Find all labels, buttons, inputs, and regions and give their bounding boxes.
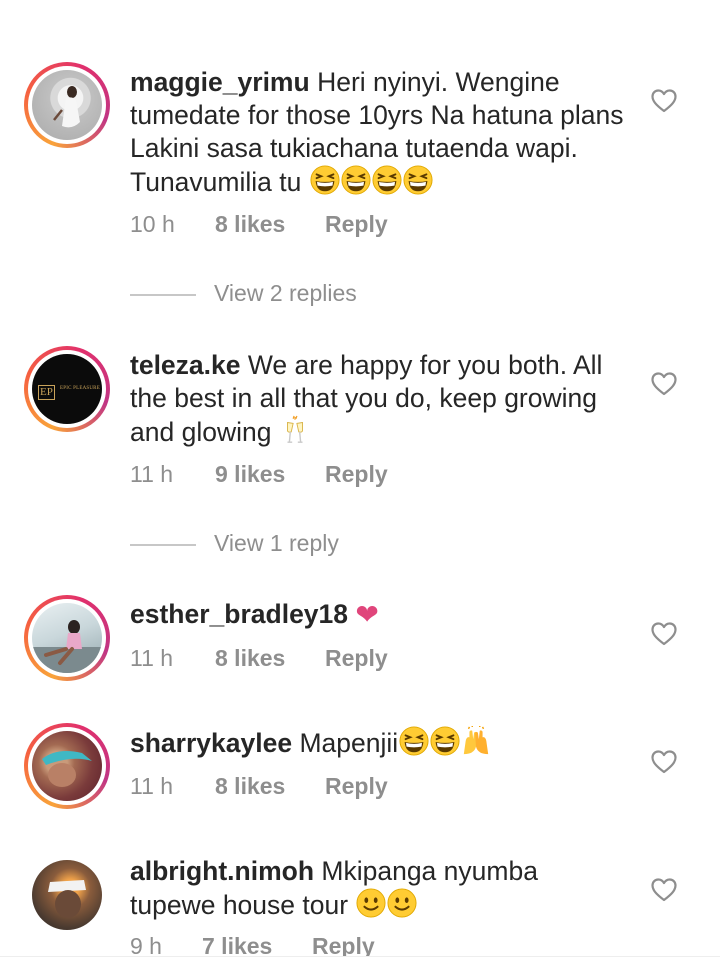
- avatar-story-ring[interactable]: EP EPIC PLEASURE: [24, 346, 110, 432]
- slightly-smiling-face-icon: [386, 890, 417, 920]
- avatar: [32, 731, 102, 801]
- comment-text: esther_bradley18 ❤: [130, 598, 630, 631]
- reply-button[interactable]: Reply: [325, 211, 388, 238]
- heart-outline-icon[interactable]: [651, 878, 677, 902]
- divider-line: [130, 544, 196, 546]
- grinning-squint-face-icon: [398, 728, 429, 758]
- reply-button[interactable]: Reply: [325, 773, 388, 800]
- person-photo: [32, 620, 102, 673]
- reply-button[interactable]: Reply: [325, 645, 388, 672]
- timestamp: 11 h: [130, 461, 174, 487]
- divider-line: [130, 294, 196, 296]
- person-photo: [48, 880, 86, 918]
- avatar: EP EPIC PLEASURE: [32, 354, 102, 424]
- comment-text: sharrykaylee Mapenjii: [130, 726, 630, 760]
- username[interactable]: esther_bradley18: [130, 599, 348, 629]
- heart-outline-icon[interactable]: [651, 372, 677, 396]
- username[interactable]: teleza.ke: [130, 350, 241, 380]
- avatar-story-ring[interactable]: [24, 723, 110, 809]
- clinking-glasses-icon: [279, 417, 310, 447]
- grinning-squint-face-icon: [309, 167, 340, 197]
- username[interactable]: maggie_yrimu: [130, 67, 310, 97]
- likes-count[interactable]: 8 likes: [215, 211, 285, 238]
- avatar-logo: EP EPIC PLEASURE: [38, 385, 100, 400]
- grinning-squint-face-icon: [371, 167, 402, 197]
- likes-count[interactable]: 9 likes: [215, 461, 285, 488]
- red-heart-icon: ❤: [355, 599, 379, 630]
- timestamp: 10 h: [130, 211, 175, 237]
- view-replies-label: View 2 replies: [214, 280, 357, 306]
- grinning-squint-face-icon: [340, 167, 371, 197]
- avatar: [32, 860, 102, 930]
- heart-outline-icon[interactable]: [651, 89, 677, 113]
- username[interactable]: albright.nimoh: [130, 856, 314, 886]
- heart-outline-icon[interactable]: [651, 622, 677, 646]
- likes-count[interactable]: 8 likes: [215, 645, 285, 672]
- timestamp: 11 h: [130, 645, 174, 671]
- person-photo: [42, 751, 92, 787]
- comment-text: albright.nimoh Mkipanga nyumba tupewe ho…: [130, 855, 630, 922]
- comment-body: Mapenjii: [299, 728, 399, 758]
- grinning-squint-face-icon: [429, 728, 460, 758]
- comment-text: maggie_yrimu Heri nyinyi. Wengine tumeda…: [130, 66, 630, 199]
- reply-button[interactable]: Reply: [325, 461, 388, 488]
- likes-count[interactable]: 8 likes: [215, 773, 285, 800]
- grinning-squint-face-icon: [402, 167, 433, 197]
- avatar: [32, 70, 102, 140]
- view-replies-label: View 1 reply: [214, 530, 339, 556]
- person-photo: [53, 86, 80, 128]
- avatar-story-ring[interactable]: [24, 62, 110, 148]
- timestamp: 11 h: [130, 773, 174, 799]
- username[interactable]: sharrykaylee: [130, 728, 292, 758]
- raising-hands-icon: [460, 728, 491, 758]
- comment-text: teleza.ke We are happy for you both. All…: [130, 349, 630, 449]
- avatar-story-ring[interactable]: [24, 595, 110, 681]
- heart-outline-icon[interactable]: [651, 750, 677, 774]
- avatar-ring[interactable]: [24, 852, 110, 938]
- avatar: [32, 603, 102, 673]
- slightly-smiling-face-icon: [355, 890, 386, 920]
